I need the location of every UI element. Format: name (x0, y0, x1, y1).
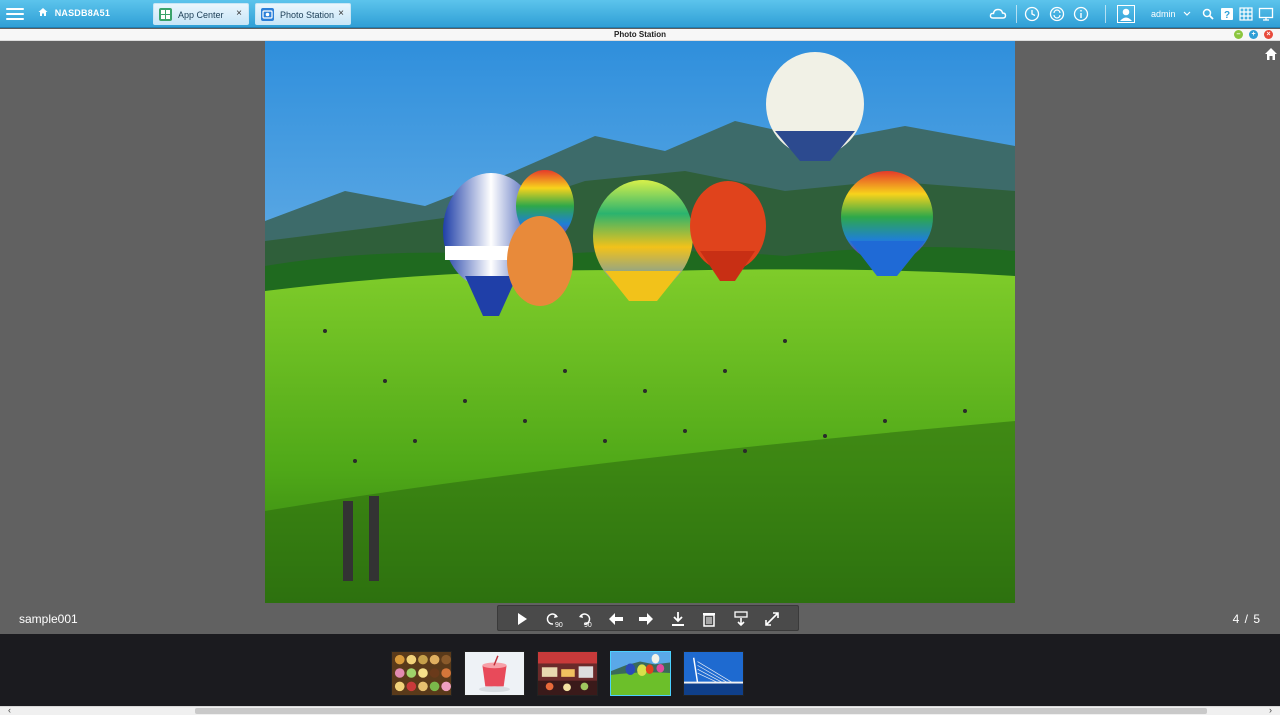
minimize-icon[interactable]: – (1234, 30, 1243, 39)
tab-label: App Center (178, 10, 224, 20)
help-icon[interactable]: ? (1219, 6, 1235, 22)
photo-station-icon (261, 8, 274, 21)
search-icon[interactable] (1200, 6, 1216, 22)
background-tasks-icon[interactable] (1024, 6, 1040, 22)
window-title: Photo Station (614, 30, 666, 39)
svg-text:90: 90 (555, 622, 563, 629)
previous-arrow-icon[interactable] (606, 609, 626, 629)
rotate-right-90-icon[interactable]: 90 (574, 609, 594, 629)
divider (1016, 5, 1017, 23)
close-icon[interactable]: × (1264, 30, 1273, 39)
thumbnail-market-stall[interactable] (537, 651, 598, 696)
chevron-down-icon[interactable] (1183, 6, 1191, 22)
cloud-icon[interactable] (989, 6, 1007, 22)
thumbnail-dessert-cup[interactable] (464, 651, 525, 696)
tab-label: Photo Station (280, 10, 335, 20)
sync-icon[interactable] (1049, 6, 1065, 22)
close-tab-icon[interactable]: × (338, 8, 344, 19)
home-icon (38, 8, 48, 16)
tab-photo-station[interactable]: Photo Station × (255, 3, 351, 25)
svg-text:?: ? (1224, 10, 1230, 21)
thumbnail-hot-air-balloons[interactable] (610, 651, 671, 696)
main-menu-icon[interactable] (6, 5, 24, 23)
thumbnail-macarons[interactable] (391, 651, 452, 696)
next-arrow-icon[interactable] (636, 609, 656, 629)
app-center-icon (159, 8, 172, 21)
tab-app-center[interactable]: App Center × (153, 3, 249, 25)
window-title-bar: Photo Station – + × (0, 29, 1280, 41)
nas-home-link[interactable]: NASDB8A51 (38, 7, 110, 18)
photo-viewer: sample001 4 / 5 90 90 (0, 41, 1280, 634)
scroll-right-icon[interactable]: › (1269, 705, 1272, 715)
home-icon[interactable] (1264, 47, 1278, 61)
photo-filename: sample001 (19, 612, 78, 626)
fullscreen-icon[interactable] (762, 609, 782, 629)
photo-counter: 4 / 5 (1232, 612, 1261, 626)
delete-icon[interactable] (699, 609, 719, 629)
viewer-toolbar: 90 90 (497, 605, 799, 631)
set-cover-icon[interactable] (731, 609, 751, 629)
maximize-icon[interactable]: + (1249, 30, 1258, 39)
grid-icon[interactable] (1238, 6, 1254, 22)
photo-hot-air-balloons[interactable] (265, 41, 1015, 603)
close-tab-icon[interactable]: × (236, 8, 242, 19)
svg-text:90: 90 (584, 622, 592, 629)
taskbar: NASDB8A51 App Center × Photo Station × a… (0, 0, 1280, 28)
info-icon[interactable] (1073, 6, 1089, 22)
user-avatar-icon[interactable] (1117, 5, 1135, 23)
scroll-left-icon[interactable]: ‹ (8, 705, 11, 715)
rotate-left-90-icon[interactable]: 90 (543, 609, 563, 629)
nas-name: NASDB8A51 (54, 8, 111, 18)
horizontal-scrollbar[interactable]: ‹ › (0, 705, 1280, 715)
divider (1105, 5, 1106, 23)
thumbnail-bridge[interactable] (683, 651, 744, 696)
filmstrip (0, 634, 1280, 706)
play-icon[interactable] (512, 609, 532, 629)
download-icon[interactable] (668, 609, 688, 629)
scrollbar-thumb[interactable] (195, 708, 1207, 714)
username[interactable]: admin (1151, 9, 1176, 19)
monitor-icon[interactable] (1258, 6, 1274, 22)
